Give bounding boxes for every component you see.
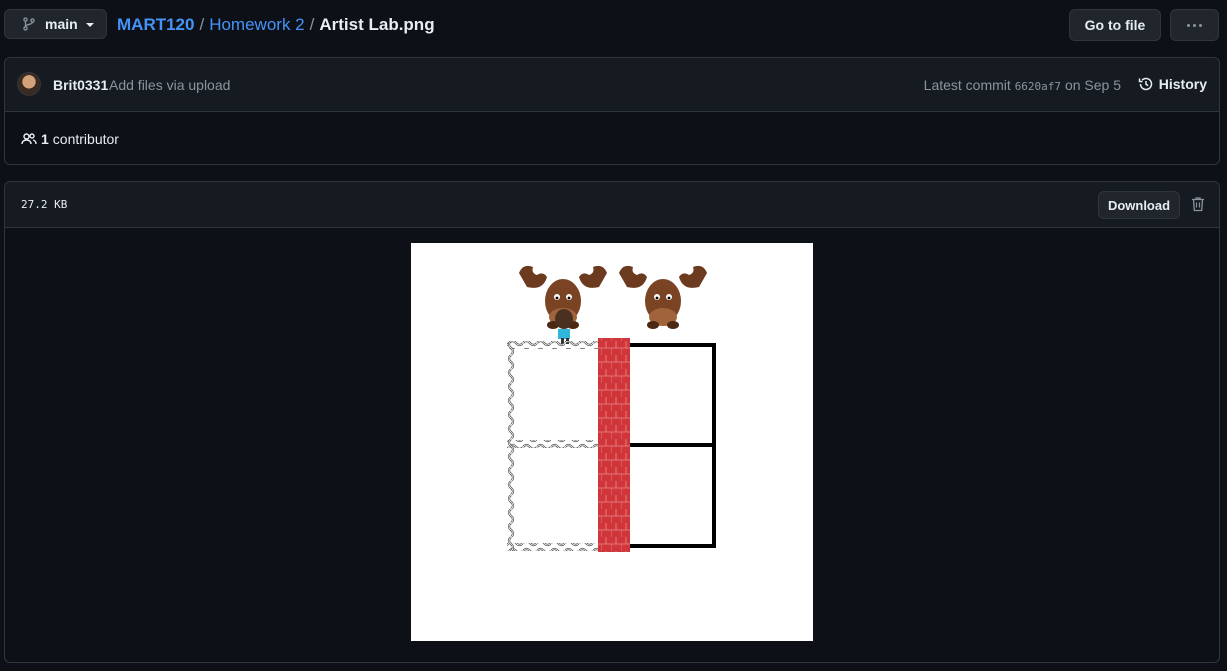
- breadcrumb-repo-link[interactable]: MART120: [117, 15, 194, 34]
- history-button[interactable]: History: [1138, 76, 1207, 92]
- branch-name: main: [45, 16, 78, 32]
- more-options-button[interactable]: [1170, 9, 1219, 41]
- latest-commit-box: Brit0331 Add files via upload Latest com…: [4, 57, 1220, 165]
- artist-lab-image: [507, 265, 716, 552]
- branch-selector-button[interactable]: main: [4, 9, 107, 39]
- contributors-row[interactable]: 1 contributor: [21, 131, 119, 147]
- kebab-horizontal-icon: [1187, 23, 1202, 27]
- download-button[interactable]: Download: [1098, 191, 1180, 219]
- file-header: 27.2 KB Download: [5, 182, 1219, 228]
- line-squares: [630, 343, 716, 548]
- commit-message-link[interactable]: Add files via upload: [109, 77, 230, 93]
- contributor-count: 1: [41, 131, 49, 147]
- commit-date: on Sep 5: [1064, 77, 1121, 93]
- latest-commit-info: Latest commit 6620af7 on Sep 5: [924, 77, 1121, 93]
- breadcrumb-file-name: Artist Lab.png: [319, 15, 435, 34]
- commit-row: Brit0331 Add files via upload Latest com…: [5, 58, 1219, 112]
- moose-right: [619, 265, 707, 329]
- breadcrumb: MART120/Homework 2/Artist Lab.png: [117, 15, 435, 35]
- git-branch-icon: [22, 17, 36, 31]
- commit-author-link[interactable]: Brit0331: [53, 77, 108, 93]
- brick-wall: [598, 338, 630, 552]
- breadcrumb-separator: /: [199, 15, 205, 34]
- people-icon: [21, 131, 37, 147]
- history-label: History: [1158, 76, 1207, 92]
- file-viewer: 27.2 KB Download: [4, 181, 1220, 663]
- file-topbar: main MART120/Homework 2/Artist Lab.png G…: [0, 0, 1227, 52]
- latest-commit-label: Latest commit: [923, 77, 1011, 93]
- breadcrumb-folder-link[interactable]: Homework 2: [209, 15, 304, 34]
- file-size: 27.2 KB: [21, 198, 68, 211]
- contributor-label: contributor: [52, 131, 119, 147]
- image-preview: [411, 243, 813, 641]
- trash-icon[interactable]: [1191, 196, 1205, 212]
- avatar[interactable]: [17, 72, 41, 96]
- go-to-file-button[interactable]: Go to file: [1069, 9, 1161, 41]
- history-clock-icon: [1138, 76, 1154, 92]
- wavy-squares: [507, 341, 599, 551]
- chevron-down-icon: [85, 23, 94, 27]
- breadcrumb-separator: /: [309, 15, 315, 34]
- commit-sha-link[interactable]: 6620af7: [1015, 80, 1061, 93]
